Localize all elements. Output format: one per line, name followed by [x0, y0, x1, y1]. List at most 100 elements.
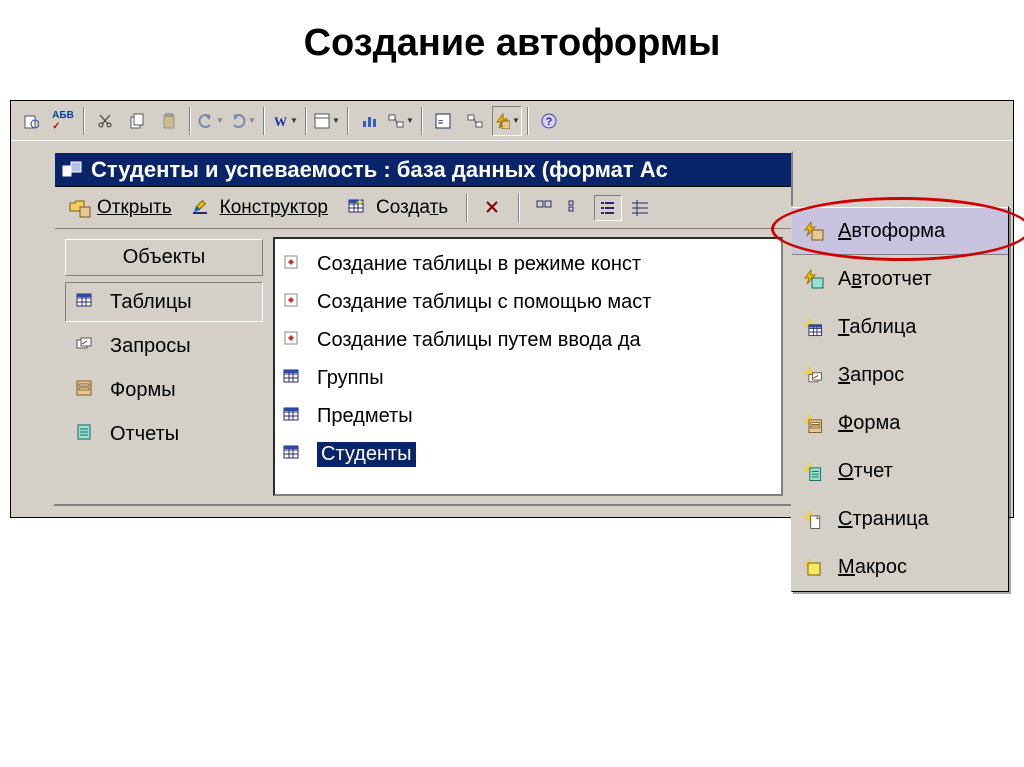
database-titlebar[interactable]: Студенты и успеваемость : база данных (ф…	[55, 153, 791, 187]
report-icon	[76, 424, 98, 444]
open-button-label: Открыть	[97, 197, 172, 219]
view-details[interactable]	[626, 195, 654, 221]
separator	[83, 107, 85, 135]
separator	[527, 107, 529, 135]
menu-item-форма[interactable]: Форма	[792, 399, 1008, 447]
menu-item-label: Запрос	[838, 364, 904, 387]
database-title-text: Студенты и успеваемость : база данных (ф…	[91, 157, 668, 183]
objects-item-отчеты[interactable]: Отчеты	[65, 414, 263, 454]
table-icon	[283, 368, 305, 388]
separator	[421, 107, 423, 135]
menu-item-label: Автоотчет	[838, 268, 931, 291]
wizard-icon	[283, 330, 305, 350]
main-toolbar: АБВ✓ ▼ ▼ W▼ ▼ ▼ ≡ ▼	[11, 101, 1013, 141]
menu-item-макрос[interactable]: Макрос	[792, 543, 1008, 591]
design-button-label: Конструктор	[220, 197, 328, 219]
menu-item-отчет[interactable]: Отчет	[792, 447, 1008, 495]
design-icon	[192, 198, 214, 218]
menu-item-label: Автоформа	[838, 220, 945, 243]
open-icon	[69, 198, 91, 218]
open-button[interactable]: Открыть	[61, 192, 180, 224]
separator	[347, 107, 349, 135]
page-title: Создание автоформы	[0, 0, 1024, 77]
objects-item-label: Формы	[110, 379, 176, 402]
office-links-icon[interactable]: W▼	[270, 106, 300, 136]
create-icon	[348, 198, 370, 218]
database-toolbar: Открыть Конструктор Создать	[55, 187, 791, 229]
objects-item-таблицы[interactable]: Таблицы	[65, 282, 263, 322]
list-item[interactable]: Группы	[275, 359, 781, 397]
new-object-button[interactable]: ▼	[492, 106, 522, 136]
print-preview-icon[interactable]	[16, 106, 46, 136]
menu-item-label: Страница	[838, 508, 929, 531]
application-window: АБВ✓ ▼ ▼ W▼ ▼ ▼ ≡ ▼ Студенты и успеваемо…	[10, 100, 1014, 518]
formnew-icon	[802, 413, 824, 433]
analyze2-icon[interactable]: ▼	[386, 106, 416, 136]
copy-icon[interactable]	[122, 106, 152, 136]
relationships-icon[interactable]	[460, 106, 490, 136]
separator	[518, 194, 520, 222]
analyze-icon[interactable]	[354, 106, 384, 136]
wizard-icon	[283, 292, 305, 312]
cut-icon[interactable]	[90, 106, 120, 136]
separator	[263, 107, 265, 135]
spellcheck-icon[interactable]: АБВ✓	[48, 106, 78, 136]
list-item-label: Создание таблицы в режиме конст	[317, 253, 641, 276]
list-item-label: Создание таблицы с помощью маст	[317, 291, 651, 314]
view-list[interactable]	[594, 195, 622, 221]
pagenew-icon	[802, 509, 824, 529]
list-item-label: Группы	[317, 367, 384, 390]
svg-text:≡: ≡	[438, 117, 443, 127]
design-button[interactable]: Конструктор	[184, 192, 336, 224]
database-window: Студенты и успеваемость : база данных (ф…	[53, 151, 793, 506]
view-small-icons[interactable]	[562, 195, 590, 221]
macronew-icon	[802, 557, 824, 577]
query-icon	[76, 336, 98, 356]
menu-item-label: Макрос	[838, 556, 907, 579]
list-item[interactable]: Создание таблицы путем ввода да	[275, 321, 781, 359]
menu-item-таблица[interactable]: Таблица	[792, 303, 1008, 351]
database-body: Объекты Таблицы Запросы Формы Отчеты Создан…	[55, 229, 791, 504]
code-icon[interactable]: ≡	[428, 106, 458, 136]
objects-item-label: Отчеты	[110, 423, 179, 446]
create-button[interactable]: Создать	[340, 192, 456, 224]
wizard-icon	[283, 254, 305, 274]
querynew-icon	[802, 365, 824, 385]
delete-icon	[484, 199, 502, 217]
objects-item-запросы[interactable]: Запросы	[65, 326, 263, 366]
autoform-icon	[802, 221, 824, 241]
reportnew-icon	[802, 461, 824, 481]
paste-icon[interactable]	[154, 106, 184, 136]
objects-header: Объекты	[65, 239, 263, 276]
menu-item-автоотчет[interactable]: Автоотчет	[792, 255, 1008, 303]
form-icon	[76, 380, 98, 400]
undo-icon[interactable]: ▼	[196, 106, 226, 136]
list-item[interactable]: Студенты	[275, 435, 781, 473]
menu-item-страница[interactable]: Страница	[792, 495, 1008, 543]
help-icon[interactable]	[534, 106, 564, 136]
redo-icon[interactable]: ▼	[228, 106, 258, 136]
list-item[interactable]: Создание таблицы с помощью маст	[275, 283, 781, 321]
new-object-menu: Автоформа Автоотчет Таблица Запрос Форма Отче…	[791, 206, 1009, 592]
menu-item-label: Отчет	[838, 460, 893, 483]
menu-item-label: Таблица	[838, 316, 916, 339]
delete-button[interactable]	[478, 192, 508, 224]
list-item[interactable]: Предметы	[275, 397, 781, 435]
menu-item-автоформа[interactable]: Автоформа	[792, 207, 1008, 255]
separator	[466, 194, 468, 222]
view-large-icons[interactable]	[530, 195, 558, 221]
list-item[interactable]: Создание таблицы в режиме конст	[275, 245, 781, 283]
list-item-label: Предметы	[317, 405, 413, 428]
objects-item-label: Запросы	[110, 335, 191, 358]
items-list-panel: Создание таблицы в режиме конст Создание …	[273, 237, 783, 496]
properties-icon[interactable]: ▼	[312, 106, 342, 136]
objects-panel: Объекты Таблицы Запросы Формы Отчеты	[55, 229, 273, 504]
separator	[189, 107, 191, 135]
list-item-label: Студенты	[317, 442, 416, 467]
tablenew-icon	[802, 317, 824, 337]
create-button-label: Создать	[376, 197, 448, 219]
menu-item-запрос[interactable]: Запрос	[792, 351, 1008, 399]
table-icon	[76, 292, 98, 312]
objects-item-формы[interactable]: Формы	[65, 370, 263, 410]
autoreport-icon	[802, 269, 824, 289]
